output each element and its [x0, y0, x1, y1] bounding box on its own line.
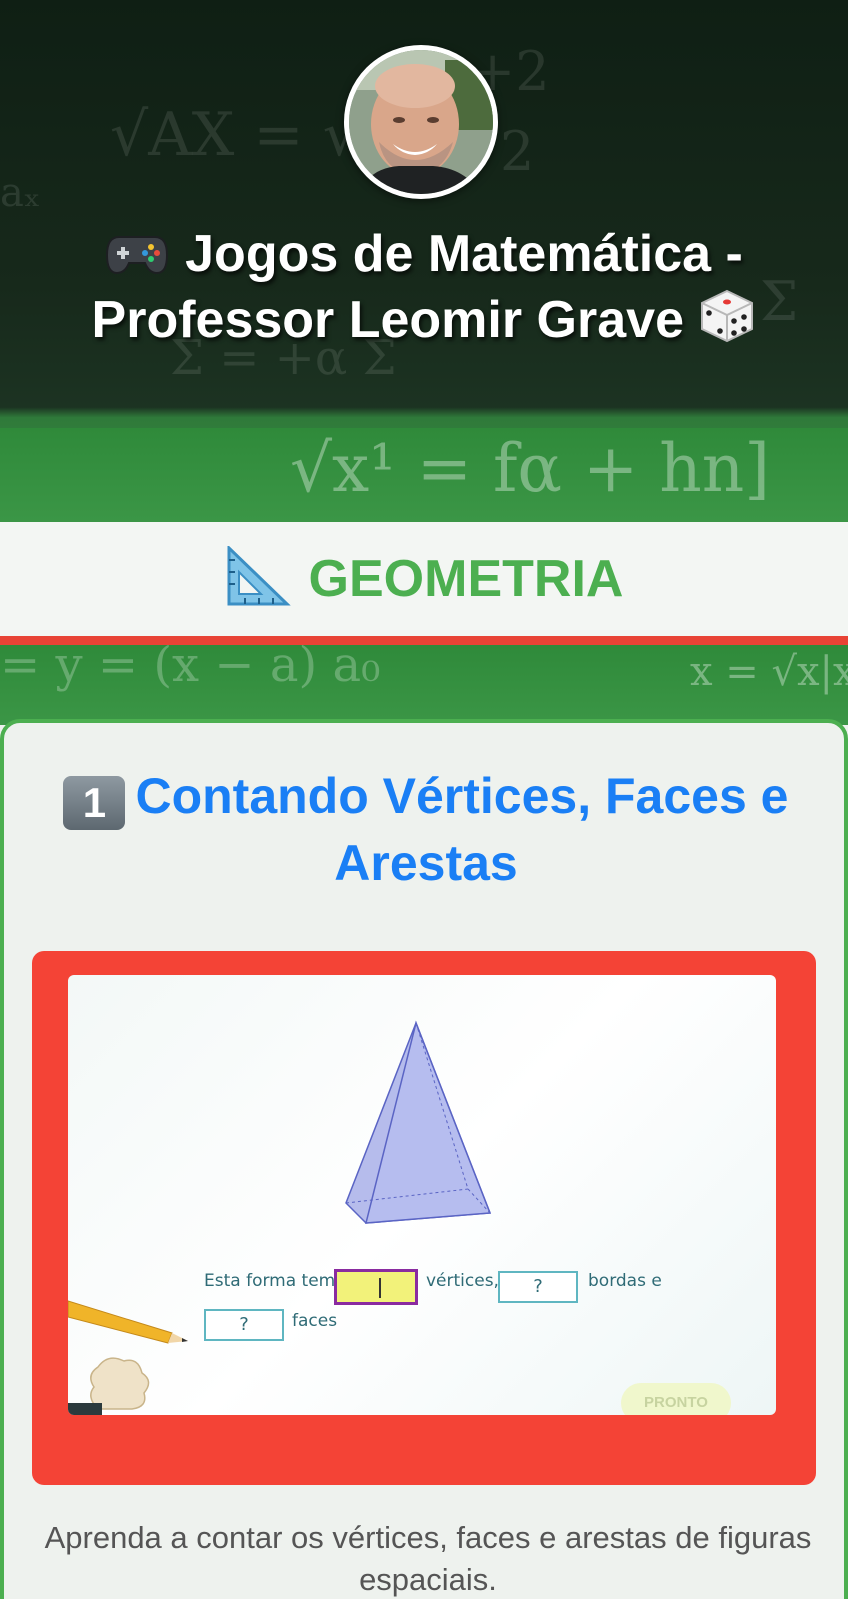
chalk-decoration: = y = (x − a) a₀ [0, 645, 381, 693]
faces-label: faces [292, 1311, 338, 1331]
edges-input[interactable]: ? [498, 1271, 578, 1303]
pyramid-figure [345, 1020, 492, 1224]
avatar-image [349, 50, 493, 194]
chalk-decoration: √AX = √ [110, 100, 361, 170]
prompt-text: Esta forma tem [204, 1271, 336, 1291]
title-line-2: Professor Leomir Grave [91, 291, 684, 349]
chalk-decoration: √x¹ = fα + hn] [290, 430, 771, 507]
vertices-input[interactable] [334, 1269, 418, 1305]
game-card: 1 Contando Vértices, Faces e Arestas Esta… [0, 719, 848, 1599]
title-line-1: Jogos de Matemática - [185, 225, 743, 283]
page-header: √AX = √ +2 2 aₓ Σ = +α Σ Σ √x¹ = fα + hn… [0, 0, 848, 522]
submit-button[interactable]: PRONTO [621, 1383, 731, 1415]
video-game-controller-icon [105, 228, 185, 282]
section-divider [0, 636, 848, 645]
section-banner: GEOMETRIA [0, 522, 848, 636]
chalk-decoration: 2 [500, 120, 535, 183]
triangle-ruler-icon [225, 543, 291, 613]
edges-label: bordas e [588, 1271, 662, 1291]
page-title: Jogos de Matemática - Professor Leomir G… [20, 222, 828, 353]
chalk-decoration: x = √x|x [690, 649, 848, 695]
avatar [344, 45, 498, 199]
vertices-label: vértices, [426, 1271, 499, 1291]
game-frame: Esta forma tem vértices, ? bordas e ? fa… [32, 951, 816, 1485]
number-badge: 1 [63, 776, 126, 830]
faces-input[interactable]: ? [204, 1309, 284, 1341]
card-title: 1 Contando Vértices, Faces e Arestas [26, 763, 826, 896]
section-title: GEOMETRIA [308, 550, 624, 608]
card-description: Aprenda a contar os vértices, faces e ar… [44, 1520, 812, 1597]
dice-icon [698, 289, 756, 348]
chalkboard-band: = y = (x − a) a₀ x = √x|x [0, 645, 848, 725]
pencil-decoration [68, 1300, 188, 1415]
card-title-text: Contando Vértices, Faces e Arestas [135, 768, 789, 891]
game-embed[interactable]: Esta forma tem vértices, ? bordas e ? fa… [68, 975, 776, 1415]
chalk-decoration: aₓ [0, 170, 41, 216]
text-caret [379, 1278, 381, 1298]
